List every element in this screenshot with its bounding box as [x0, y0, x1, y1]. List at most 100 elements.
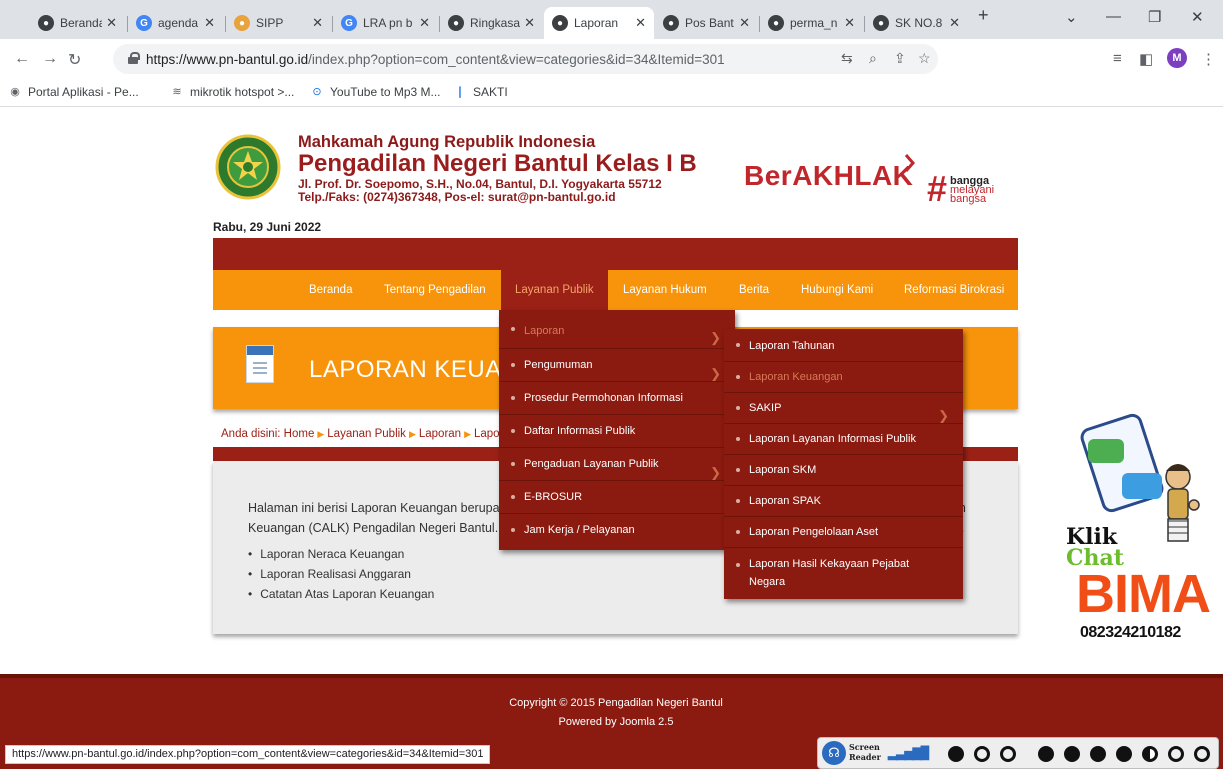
menu-kebab-icon[interactable]: ⋮ — [1201, 50, 1216, 68]
highlight-icon[interactable] — [1064, 746, 1080, 762]
share-icon[interactable]: ⇪ — [894, 50, 906, 67]
document-icon — [246, 345, 274, 383]
profile-avatar[interactable]: M — [1167, 48, 1187, 68]
breadcrumb-layanan-publik[interactable]: Layanan Publik — [327, 428, 406, 440]
bangga-melayani-bangsa: bangga melayani bangsa — [950, 175, 995, 205]
tab-sipp[interactable]: ● SIPP ✕ — [226, 7, 331, 39]
nav-tentang-pengadilan[interactable]: Tentang Pengadilan — [384, 270, 486, 310]
menu-item-laporan-spak[interactable]: Laporan SPAK — [724, 485, 963, 516]
bookmarks-bar: ◉ Portal Aplikasi - Pe... ≋ mikrotik hot… — [0, 80, 1223, 107]
tab-beranda[interactable]: ● Beranda ✕ — [30, 7, 125, 39]
menu-item-laporan-tahunan[interactable]: Laporan Tahunan — [724, 329, 963, 361]
bookmark-sakti[interactable]: ❘ SAKTI — [453, 85, 507, 99]
side-panel-icon[interactable]: ◧ — [1139, 50, 1153, 68]
status-bar-url: https://www.pn-bantul.go.id/index.php?op… — [5, 745, 491, 764]
pause-icon[interactable] — [974, 746, 990, 762]
stop-icon[interactable] — [1000, 746, 1016, 762]
url-text[interactable]: https://www.pn-bantul.go.id/index.php?op… — [146, 52, 725, 67]
menu-item-daftar-informasi[interactable]: Daftar Informasi Publik — [499, 414, 735, 447]
nav-layanan-hukum[interactable]: Layanan Hukum — [623, 270, 707, 310]
play-icon[interactable] — [948, 746, 964, 762]
menu-item-prosedur-permohonan[interactable]: Prosedur Permohonan Informasi — [499, 381, 735, 414]
breadcrumb-home[interactable]: Home — [284, 428, 315, 440]
chat-bima-label: BIMA — [1076, 564, 1211, 624]
restore-button[interactable]: ❐ — [1148, 8, 1161, 26]
tab-laporan[interactable]: ● Laporan ✕ — [544, 7, 654, 39]
menu-item-laporan-aset[interactable]: Laporan Pengelolaan Aset — [724, 516, 963, 547]
volume-icon[interactable]: ▂▃▅▇▉ — [888, 746, 930, 760]
tab-search-icon[interactable]: ⌄ — [1065, 8, 1078, 26]
download-icon: ⊙ — [312, 86, 322, 98]
close-tab-icon[interactable]: ✕ — [949, 15, 960, 31]
tab-agenda[interactable]: G agenda s ✕ — [128, 7, 223, 39]
screen-reader-icon[interactable]: ☊ — [822, 741, 846, 765]
wifi-icon: ≋ — [172, 86, 182, 98]
menu-item-jam-kerja[interactable]: Jam Kerja / Pelayanan — [499, 513, 735, 546]
font-icon[interactable] — [1116, 746, 1132, 762]
tab-perma[interactable]: ● perma_n ✕ — [760, 7, 863, 39]
minimize-button[interactable]: — — [1106, 8, 1121, 25]
menu-item-laporan-skm[interactable]: Laporan SKM — [724, 454, 963, 485]
magnifier-icon[interactable] — [1090, 746, 1106, 762]
berakhlak-logo-text: BerAKHLAK — [744, 160, 914, 191]
close-tab-icon[interactable]: ✕ — [419, 15, 430, 31]
chevron-right-icon — [904, 154, 915, 172]
browser-toolbar: ← → ↻ https://www.pn-bantul.go.id/index.… — [0, 39, 1223, 80]
globe-icon: ● — [448, 15, 464, 31]
laporan-submenu: Laporan Tahunan Laporan Keuangan SAKIP ❯ … — [724, 329, 963, 599]
text-size-icon[interactable] — [1038, 746, 1054, 762]
bookmark-star-icon[interactable]: ☆ — [918, 50, 931, 67]
close-tab-icon[interactable]: ✕ — [635, 15, 646, 31]
menu-item-laporan[interactable]: Laporan ❯ — [499, 310, 735, 348]
address-bar[interactable]: https://www.pn-bantul.go.id/index.php?op… — [113, 44, 938, 74]
nav-layanan-publik[interactable]: Layanan Publik — [501, 270, 608, 310]
globe-icon: ◉ — [10, 86, 20, 98]
tab-pos-bantuan[interactable]: ● Pos Bant ✕ — [655, 7, 758, 39]
tab-ringkasan[interactable]: ● Ringkasa ✕ — [440, 7, 543, 39]
org-title: Pengadilan Negeri Bantul Kelas I B — [298, 150, 697, 177]
tab-lra[interactable]: G LRA pn b ✕ — [333, 7, 438, 39]
close-window-button[interactable]: ✕ — [1191, 8, 1204, 26]
contrast-icon[interactable] — [1142, 746, 1158, 762]
new-tab-button[interactable]: + — [978, 5, 989, 26]
nav-hubungi-kami[interactable]: Hubungi Kami — [801, 270, 873, 310]
close-tab-icon[interactable]: ✕ — [204, 15, 215, 31]
nav-beranda[interactable]: Beranda — [309, 270, 352, 310]
translate-icon[interactable]: ⇆ — [841, 50, 853, 67]
grayscale-icon[interactable] — [1168, 746, 1184, 762]
menu-item-laporan-keuangan[interactable]: Laporan Keuangan — [724, 361, 963, 392]
menu-item-laporan-lhkpn[interactable]: Laporan Hasil Kekayaan Pejabat Negara — [724, 547, 963, 599]
invert-icon[interactable] — [1194, 746, 1210, 762]
tab-sk[interactable]: ● SK NO.8 ✕ — [865, 7, 968, 39]
menu-item-sakip[interactable]: SAKIP ❯ — [724, 392, 963, 423]
reload-icon[interactable]: ↻ — [68, 50, 81, 70]
bookmark-youtube-mp3[interactable]: ⊙ YouTube to Mp3 M... — [310, 85, 440, 99]
close-tab-icon[interactable]: ✕ — [739, 15, 750, 31]
nav-berita[interactable]: Berita — [739, 270, 769, 310]
close-tab-icon[interactable]: ✕ — [524, 15, 535, 31]
breadcrumb-laporan[interactable]: Laporan — [419, 428, 461, 440]
court-emblem-logo — [215, 134, 281, 200]
close-tab-icon[interactable]: ✕ — [312, 15, 323, 31]
reading-list-icon[interactable]: ≡ — [1113, 50, 1122, 67]
smartphone-icon — [1077, 411, 1167, 515]
zoom-icon[interactable]: ⌕ — [869, 50, 877, 67]
nav-reformasi-birokrasi[interactable]: Reformasi Birokrasi — [904, 270, 1004, 310]
menu-item-pengaduan[interactable]: Pengaduan Layanan Publik ❯ — [499, 447, 735, 480]
sipp-icon: ● — [234, 15, 250, 31]
menu-item-laporan-layanan-informasi[interactable]: Laporan Layanan Informasi Publik — [724, 423, 963, 454]
close-tab-icon[interactable]: ✕ — [106, 15, 117, 31]
chat-bubble-icon — [1088, 439, 1124, 463]
back-icon[interactable]: ← — [14, 50, 30, 68]
globe-icon: ● — [38, 15, 54, 31]
browser-tab-strip: ● Beranda ✕ G agenda s ✕ ● SIPP ✕ G LRA … — [0, 0, 1223, 39]
chat-bima-widget[interactable]: Klik Chat BIMA 082324210182 — [1062, 411, 1211, 651]
bookmark-mikrotik[interactable]: ≋ mikrotik hotspot >... — [170, 85, 294, 99]
close-tab-icon[interactable]: ✕ — [844, 15, 855, 31]
bookmark-portal-aplikasi[interactable]: ◉ Portal Aplikasi - Pe... — [8, 85, 139, 99]
forward-icon[interactable]: → — [42, 50, 58, 68]
menu-item-pengumuman[interactable]: Pengumuman ❯ — [499, 348, 735, 381]
lock-icon[interactable] — [128, 52, 140, 64]
report-list: Laporan Neraca Keuangan Laporan Realisas… — [248, 544, 434, 604]
menu-item-e-brosur[interactable]: E-BROSUR — [499, 480, 735, 513]
